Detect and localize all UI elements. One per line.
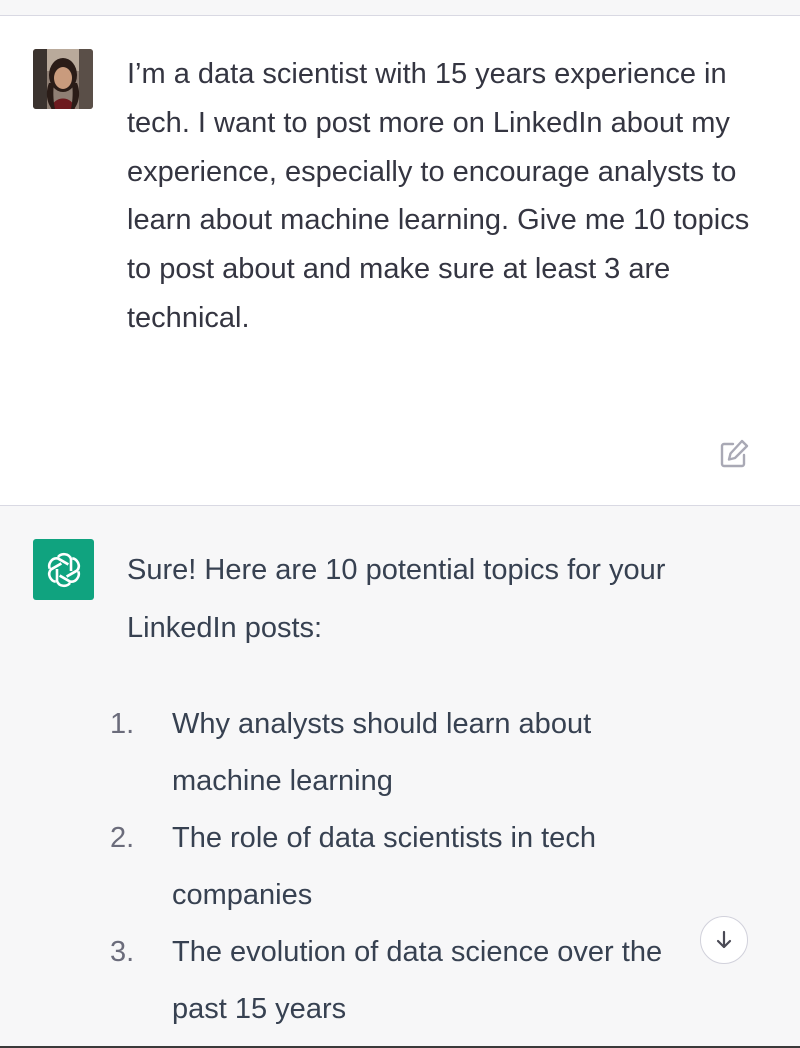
list-item-text: The role of data scientists in tech comp… [172, 822, 596, 911]
assistant-intro-text: Sure! Here are 10 potential topics for y… [127, 554, 666, 644]
edit-button[interactable] [716, 436, 752, 472]
list-item-number: 1. [110, 708, 135, 740]
arrow-down-icon [716, 930, 732, 949]
chat-screen: I’m a data scientist with 15 years exper… [0, 0, 800, 1048]
user-photo [33, 49, 93, 109]
list-item: 1. Why analysts should learn about machi… [0, 696, 702, 810]
assistant-avatar [33, 539, 94, 600]
topic-list: 1. Why analysts should learn about machi… [0, 696, 800, 1038]
assistant-message: Sure! Here are 10 potential topics for y… [0, 506, 800, 1048]
list-item-number: 2. [110, 822, 135, 854]
list-item: 3. The evolution of data science over th… [0, 924, 702, 1038]
edit-icon [720, 439, 749, 468]
user-message-text: I’m a data scientist with 15 years exper… [127, 58, 750, 334]
list-item-number: 3. [110, 936, 135, 968]
user-avatar [33, 49, 93, 109]
list-item-text: Why analysts should learn about machine … [172, 708, 592, 797]
openai-logo-icon [47, 552, 80, 587]
list-item-text: The evolution of data science over the p… [172, 936, 663, 1025]
scroll-to-bottom-button[interactable] [700, 916, 748, 964]
user-message: I’m a data scientist with 15 years exper… [0, 16, 800, 506]
top-strip [0, 0, 800, 16]
list-item: 2. The role of data scientists in tech c… [0, 810, 702, 924]
